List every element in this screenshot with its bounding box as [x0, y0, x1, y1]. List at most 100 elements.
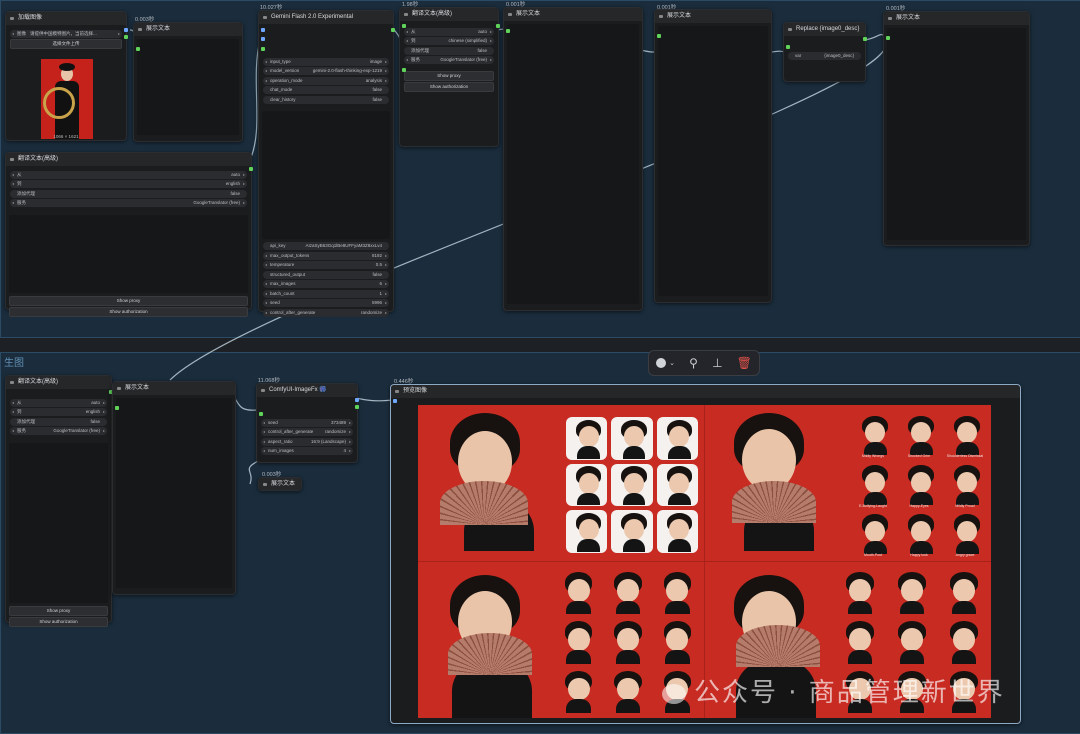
param-toggle[interactable]: 添加代理 false: [10, 417, 107, 426]
param-row[interactable]: control_after_generaterandomize: [261, 428, 353, 436]
node-title[interactable]: 展示文本: [504, 8, 642, 21]
input-socket[interactable]: [786, 45, 790, 49]
input-socket[interactable]: [136, 47, 140, 51]
node-title[interactable]: 翻译文本(高级): [400, 8, 498, 21]
show-text-node[interactable]: 展示文本: [503, 7, 643, 311]
image-select[interactable]: 图像请提供中国模特图片，当前选择...: [10, 29, 122, 38]
text-area[interactable]: [658, 26, 768, 296]
node-title[interactable]: Replace {image0_desc}: [784, 23, 865, 36]
output-socket[interactable]: [249, 167, 253, 171]
param-row[interactable]: num_images4: [261, 447, 353, 455]
param-row[interactable]: model_versiongemini-2.0-flash-thinking-e…: [263, 67, 389, 75]
show-text-node[interactable]: 展示文本: [112, 381, 236, 595]
input-socket[interactable]: [506, 29, 510, 33]
param-row[interactable]: control_after_generaterandomize: [263, 308, 389, 317]
node-title[interactable]: ComfyUI-ImageFx 🎆: [257, 384, 357, 397]
input-socket[interactable]: [261, 47, 265, 51]
param-row[interactable]: 从auto: [10, 170, 247, 179]
input-socket[interactable]: [657, 34, 661, 38]
output-socket[interactable]: [863, 37, 867, 41]
param-row[interactable]: 从auto: [404, 27, 494, 36]
node-title[interactable]: 展示文本: [259, 478, 301, 490]
param-row[interactable]: 到chinese (simplified): [404, 37, 494, 45]
output-socket[interactable]: [391, 28, 395, 32]
upload-button[interactable]: 选择文件上传: [10, 39, 122, 49]
output-socket[interactable]: [124, 35, 128, 39]
gemini-node[interactable]: Gemini Flash 2.0 Experimental input_type…: [258, 10, 395, 317]
text-area[interactable]: [9, 442, 108, 603]
input-socket[interactable]: [259, 412, 263, 416]
param-toggle[interactable]: 添加代理 false: [10, 189, 247, 198]
param-row[interactable]: 服务GoogleTranslator (free): [10, 199, 247, 207]
load-image-node[interactable]: 加载图像 图像请提供中国模特图片，当前选择... 选择文件上传 1066 × 1…: [5, 11, 128, 141]
input-socket[interactable]: [886, 36, 890, 40]
input-socket[interactable]: [393, 399, 397, 403]
bypass-button[interactable]: ⚲: [689, 356, 698, 370]
text-area[interactable]: [887, 28, 1026, 240]
translate-node[interactable]: 翻译文本(高级) 从auto 到english 添加代理false 服务Goog…: [5, 375, 113, 627]
param-row[interactable]: var {image0_desc}: [788, 51, 861, 60]
param-toggle[interactable]: 添加代理 false: [404, 46, 494, 55]
output-socket[interactable]: [124, 28, 128, 32]
text-area[interactable]: [9, 214, 248, 293]
show-text-node[interactable]: 展示文本: [654, 9, 772, 303]
param-row[interactable]: operation_modeanalysis: [263, 76, 389, 85]
color-picker-button[interactable]: ⌄: [656, 358, 675, 368]
prompt-text-area[interactable]: [262, 111, 390, 239]
node-title[interactable]: Gemini Flash 2.0 Experimental: [259, 11, 393, 24]
output-socket[interactable]: [355, 398, 359, 402]
text-area[interactable]: [137, 39, 239, 135]
delete-button[interactable]: 🗑: [737, 356, 752, 370]
param-row[interactable]: aspect_ratio16:9 (Landscape): [261, 437, 353, 446]
param-row[interactable]: temperature0.5: [263, 261, 389, 269]
show-text-node[interactable]: 展示文本: [883, 11, 1030, 246]
node-title[interactable]: 展示文本: [655, 10, 771, 23]
param-row[interactable]: 服务GoogleTranslator (free): [10, 427, 107, 435]
show-proxy-button[interactable]: Show proxy: [9, 295, 248, 306]
pin-button[interactable]: ⊥: [712, 356, 722, 370]
param-row[interactable]: seed5996: [263, 299, 389, 307]
output-socket[interactable]: [496, 24, 500, 28]
show-authorization-button[interactable]: Show authorization: [9, 616, 108, 627]
param-row[interactable]: 服务GoogleTranslator (free): [404, 56, 494, 64]
sticker-label: Shocked Grim: [907, 454, 931, 459]
show-text-node-collapsed[interactable]: 展示文本: [258, 477, 302, 491]
input-socket[interactable]: [261, 37, 265, 41]
api-key-field[interactable]: api_key AIzaSyB63Gq1lBe8UFFyaM3Z8xxLv4: [263, 242, 389, 250]
input-socket[interactable]: [115, 406, 119, 410]
node-title[interactable]: 展示文本: [113, 382, 235, 395]
input-socket[interactable]: [402, 68, 406, 72]
input-socket[interactable]: [261, 28, 265, 32]
translate-node[interactable]: 翻译文本(高级) 从auto 到english 添加代理false 服务Goog…: [5, 152, 253, 317]
node-title[interactable]: 展示文本: [134, 23, 242, 36]
show-authorization-button[interactable]: Show authorization: [404, 81, 494, 92]
param-row[interactable]: 到english: [10, 408, 107, 416]
node-title[interactable]: 展示文本: [884, 12, 1029, 25]
param-row[interactable]: max_images6: [263, 280, 389, 288]
show-proxy-button[interactable]: Show proxy: [9, 605, 108, 616]
imagefx-node[interactable]: ComfyUI-ImageFx 🎆 seed373489 control_aft…: [256, 383, 359, 463]
node-title[interactable]: 预览图像: [391, 385, 1020, 398]
param-toggle[interactable]: structured_output false: [263, 270, 389, 279]
output-socket[interactable]: [355, 405, 359, 409]
text-area[interactable]: [507, 24, 639, 304]
param-toggle[interactable]: clear_history false: [263, 95, 389, 104]
show-text-node[interactable]: 展示文本: [133, 22, 243, 142]
show-authorization-button[interactable]: Show authorization: [9, 306, 248, 317]
param-row[interactable]: seed373489: [261, 418, 353, 427]
param-row[interactable]: 到english: [10, 180, 247, 188]
translate-node[interactable]: 翻译文本(高级) 从auto 到chinese (simplified) 添加代…: [399, 7, 500, 147]
selection-toolbar[interactable]: ⌄ ⚲ ⊥ 🗑: [648, 350, 760, 376]
param-row[interactable]: input_typeimage: [263, 57, 389, 66]
param-toggle[interactable]: chat_mode false: [263, 86, 389, 94]
node-title[interactable]: 翻译文本(高级): [6, 376, 111, 389]
replace-node[interactable]: Replace {image0_desc} var {image0_desc}: [783, 22, 867, 82]
sticker: [554, 618, 599, 664]
param-row[interactable]: batch_count1: [263, 289, 389, 298]
param-row[interactable]: max_output_tokens8192: [263, 251, 389, 260]
text-area[interactable]: [116, 398, 232, 588]
node-title[interactable]: 加载图像: [6, 12, 126, 25]
param-row[interactable]: 从auto: [10, 398, 107, 407]
show-proxy-button[interactable]: Show proxy: [404, 70, 494, 81]
node-title[interactable]: 翻译文本(高级): [6, 153, 251, 166]
